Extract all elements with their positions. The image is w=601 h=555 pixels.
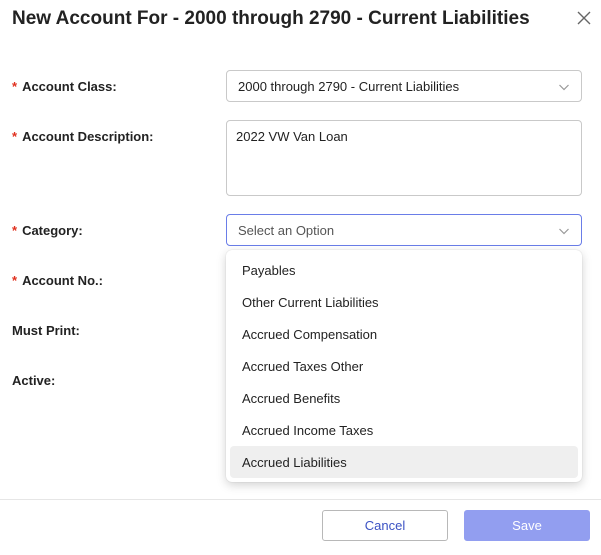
category-placeholder: Select an Option bbox=[238, 223, 335, 238]
required-marker: * bbox=[12, 223, 18, 238]
account-description-value: 2022 VW Van Loan bbox=[236, 129, 348, 144]
category-option-accrued-taxes-other[interactable]: Accrued Taxes Other bbox=[230, 350, 578, 382]
active-label: Active: bbox=[12, 373, 56, 388]
must-print-label: Must Print: bbox=[12, 323, 80, 338]
required-marker: * bbox=[12, 273, 18, 288]
dialog-title: New Account For - 2000 through 2790 - Cu… bbox=[12, 8, 530, 29]
close-button[interactable] bbox=[575, 9, 593, 27]
account-description-field[interactable]: 2022 VW Van Loan bbox=[226, 120, 582, 196]
account-class-value: 2000 through 2790 - Current Liabilities bbox=[238, 79, 460, 94]
required-marker: * bbox=[12, 129, 18, 144]
account-class-select[interactable]: 2000 through 2790 - Current Liabilities bbox=[226, 70, 582, 102]
category-option-payables[interactable]: Payables bbox=[230, 254, 578, 286]
category-dropdown-menu: Payables Other Current Liabilities Accru… bbox=[226, 250, 582, 482]
dialog-header: New Account For - 2000 through 2790 - Cu… bbox=[0, 0, 601, 44]
category-option-accrued-benefits[interactable]: Accrued Benefits bbox=[230, 382, 578, 414]
category-option-other-current-liabilities[interactable]: Other Current Liabilities bbox=[230, 286, 578, 318]
close-icon bbox=[577, 11, 591, 25]
category-option-accrued-liabilities[interactable]: Accrued Liabilities bbox=[230, 446, 578, 478]
category-option-accrued-income-taxes[interactable]: Accrued Income Taxes bbox=[230, 414, 578, 446]
cancel-button[interactable]: Cancel bbox=[322, 510, 448, 541]
dialog-footer: Cancel Save bbox=[0, 499, 601, 555]
category-option-accrued-compensation[interactable]: Accrued Compensation bbox=[230, 318, 578, 350]
save-button[interactable]: Save bbox=[464, 510, 590, 541]
chevron-down-icon bbox=[559, 228, 569, 235]
account-no-label: * Account No.: bbox=[12, 273, 103, 288]
account-class-label: * Account Class: bbox=[12, 79, 117, 94]
required-marker: * bbox=[12, 79, 18, 94]
category-select[interactable]: Select an Option bbox=[226, 214, 582, 246]
chevron-down-icon bbox=[559, 84, 569, 91]
category-label: * Category: bbox=[12, 223, 83, 238]
account-description-label: * Account Description: bbox=[12, 129, 154, 144]
new-account-dialog: New Account For - 2000 through 2790 - Cu… bbox=[0, 0, 601, 555]
